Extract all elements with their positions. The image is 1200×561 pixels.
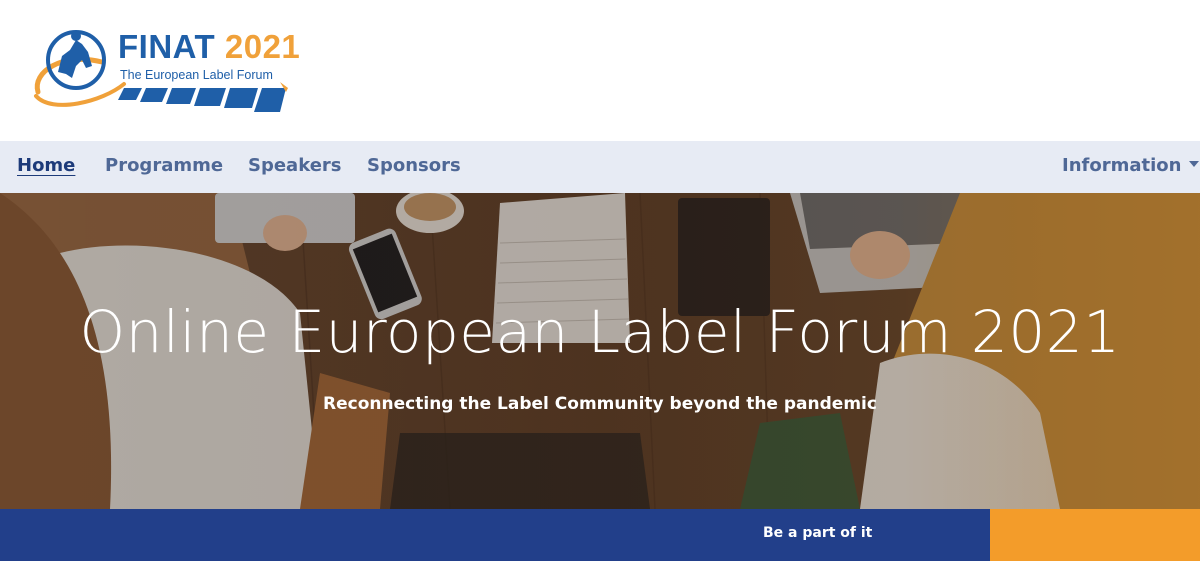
main-nav: Home Programme Speakers Sponsors Informa… bbox=[0, 141, 1200, 193]
logo-title-finat: FINAT bbox=[118, 28, 216, 65]
nav-dropdown-information[interactable]: Information bbox=[1062, 155, 1200, 176]
nav-item-home[interactable]: Home bbox=[17, 157, 75, 175]
site-header: FINAT 2021 The European Label Forum bbox=[0, 0, 1200, 141]
be-part-of-it-link[interactable]: Be a part of it bbox=[763, 526, 872, 540]
hero-subtitle: Reconnecting the Label Community beyond … bbox=[323, 394, 877, 414]
logo-title-year: 2021 bbox=[224, 28, 301, 65]
nav-item-speakers[interactable]: Speakers bbox=[248, 157, 342, 175]
finat-logo[interactable]: FINAT 2021 The European Label Forum bbox=[32, 22, 300, 122]
caret-down-icon bbox=[1189, 161, 1200, 167]
nav-dropdown-label: Information bbox=[1062, 155, 1182, 176]
cta-accent-block bbox=[990, 509, 1200, 561]
nav-item-programme[interactable]: Programme bbox=[105, 157, 223, 175]
logo-title: FINAT 2021 bbox=[118, 30, 300, 63]
logo-subtitle: The European Label Forum bbox=[120, 68, 273, 82]
hero-title: Online European Label Forum 2021 bbox=[79, 298, 1121, 366]
hero-banner: Online European Label Forum 2021 Reconne… bbox=[0, 193, 1200, 509]
nav-item-sponsors[interactable]: Sponsors bbox=[367, 157, 461, 175]
